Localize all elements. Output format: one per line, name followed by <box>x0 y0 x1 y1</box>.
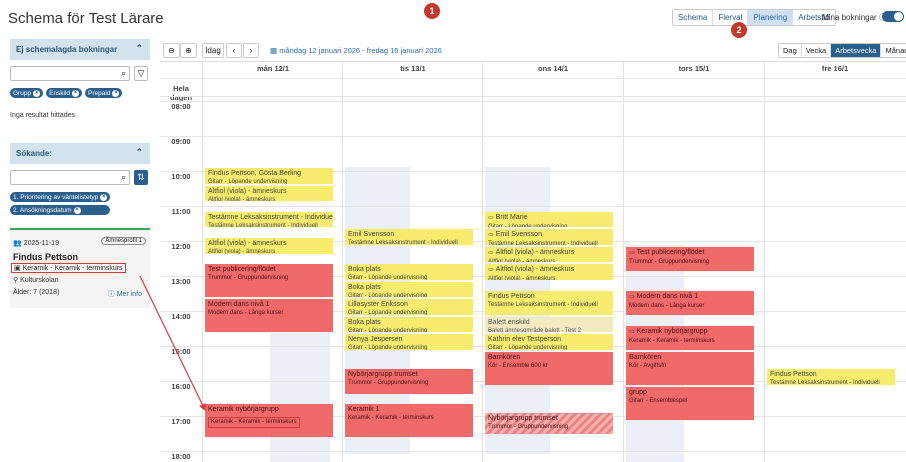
annotation-arrow <box>139 275 206 412</box>
